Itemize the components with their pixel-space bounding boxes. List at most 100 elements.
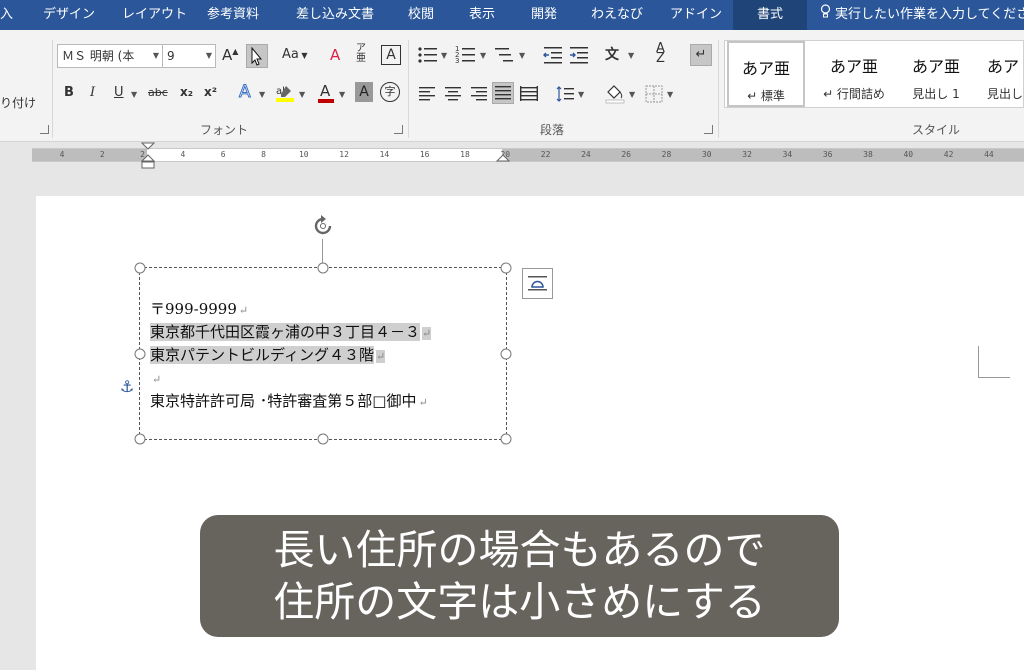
tab-review[interactable]: 校閲: [408, 0, 434, 30]
style-heading-1[interactable]: あア亜 見出し 1: [897, 41, 975, 107]
superscript-button[interactable]: x²: [204, 85, 217, 99]
grow-font-icon[interactable]: A▲: [222, 46, 238, 64]
chevron-down-icon[interactable]: ▼: [629, 90, 635, 99]
chevron-down-icon: ▼: [152, 51, 159, 60]
address-line-1-text: 東京都千代田区霞ヶ浦の中３丁目４－３: [150, 323, 421, 341]
chevron-down-icon[interactable]: ▼: [667, 90, 673, 99]
right-indent-marker-icon[interactable]: [496, 154, 510, 164]
change-case-button[interactable]: Aa ▼: [282, 47, 308, 62]
chevron-down-icon[interactable]: ▼: [519, 51, 525, 60]
resize-handle-top[interactable]: [317, 262, 329, 274]
clipboard-launcher-icon[interactable]: [40, 125, 49, 134]
address-textbox[interactable]: 〒999-9999 ↵ 東京都千代田区霞ヶ浦の中３丁目４－３ ↵ 東京パテントビルデ…: [134, 262, 512, 445]
decrease-indent-icon[interactable]: [542, 44, 564, 66]
distributed-icon[interactable]: [519, 84, 539, 104]
enclose-characters-icon[interactable]: 字: [380, 82, 400, 102]
font-size-box[interactable]: 9 ▼: [162, 44, 216, 68]
tab-insert[interactable]: 入: [0, 0, 13, 30]
paragraph-launcher-icon[interactable]: [704, 125, 713, 134]
svg-text:A: A: [320, 82, 331, 100]
font-color-icon[interactable]: A: [316, 82, 336, 104]
align-right-icon[interactable]: [469, 84, 489, 104]
chevron-down-icon[interactable]: ▼: [259, 90, 265, 99]
text-effects-icon[interactable]: A: [239, 82, 252, 103]
character-border-icon[interactable]: A: [381, 45, 401, 65]
tell-me-box[interactable]: 実行したい作業を入力してください: [820, 0, 1024, 30]
tab-references[interactable]: 参考資料: [207, 0, 259, 30]
tab-format[interactable]: 書式: [733, 0, 807, 30]
show-marks-icon[interactable]: ↵: [690, 44, 712, 66]
highlight-icon[interactable]: ab: [274, 82, 296, 104]
ruler-tick-label: 24: [581, 150, 591, 159]
align-left-icon[interactable]: [417, 84, 437, 104]
underline-button[interactable]: U: [114, 85, 124, 100]
text-direction-icon[interactable]: 文: [605, 44, 627, 66]
bullets-icon[interactable]: [417, 44, 439, 66]
phonetic-guide-icon[interactable]: ア亜: [356, 44, 366, 64]
tab-developer[interactable]: 開発: [531, 0, 557, 30]
indent-marker-icon[interactable]: [141, 142, 155, 170]
character-shading-icon[interactable]: A: [355, 82, 373, 102]
resize-handle-top-right[interactable]: [500, 262, 512, 274]
resize-handle-left[interactable]: [134, 348, 146, 359]
font-name-value: ＭＳ 明朝 (本: [62, 49, 135, 63]
chevron-down-icon[interactable]: ▼: [299, 90, 305, 99]
numbering-icon[interactable]: 123: [455, 44, 477, 66]
caption-line-2: 住所の文字は小さめにする: [273, 578, 766, 626]
tab-layout[interactable]: レイアウト: [122, 0, 187, 30]
shading-icon[interactable]: [604, 82, 626, 104]
chevron-down-icon[interactable]: ▼: [339, 90, 345, 99]
style-normal[interactable]: あア亜 ↵ 標準: [727, 41, 805, 107]
bold-button[interactable]: B: [64, 85, 74, 100]
sort-icon[interactable]: AZ: [656, 42, 665, 65]
postal-code-text: 〒999-9999: [150, 300, 237, 318]
align-center-icon[interactable]: [443, 84, 463, 104]
font-name-box[interactable]: ＭＳ 明朝 (本 ▼: [57, 44, 163, 68]
ruler-tick-label: 38: [863, 150, 873, 159]
style-no-spacing[interactable]: あア亜 ↵ 行間詰め: [815, 41, 893, 107]
tab-waenavi[interactable]: わえなび: [591, 0, 643, 30]
font-launcher-icon[interactable]: [394, 125, 403, 134]
caption-overlay: 長い住所の場合もあるので 住所の文字は小さめにする: [200, 515, 839, 637]
justify-icon[interactable]: [492, 82, 514, 104]
textbox-line-recipient[interactable]: 東京特許許可局 ･特許審査第５部□御中 ↵: [150, 391, 428, 413]
resize-handle-bottom-left[interactable]: [134, 433, 146, 445]
ruler-tick-label: 40: [903, 150, 914, 159]
style-sample: あア亜: [911, 57, 960, 76]
chevron-down-icon[interactable]: ▼: [441, 51, 447, 60]
shrink-font-icon[interactable]: [246, 44, 268, 68]
strikethrough-button[interactable]: abc: [148, 86, 168, 99]
layout-options-button[interactable]: [522, 268, 553, 299]
textbox-line-postal[interactable]: 〒999-9999 ↵: [150, 299, 248, 321]
chevron-down-icon[interactable]: ▼: [131, 90, 137, 99]
resize-handle-bottom-right[interactable]: [500, 433, 512, 445]
style-heading-2[interactable]: あア 見出し: [977, 41, 1023, 107]
textbox-line-address1[interactable]: 東京都千代田区霞ヶ浦の中３丁目４－３ ↵: [150, 322, 432, 344]
tab-view[interactable]: 表示: [469, 0, 495, 30]
anchor-icon[interactable]: ⚓: [120, 377, 134, 396]
chevron-down-icon[interactable]: ▼: [480, 51, 486, 60]
italic-button[interactable]: I: [90, 85, 95, 100]
paragraph-mark-icon: ↵: [422, 327, 432, 340]
borders-icon[interactable]: [644, 84, 664, 104]
resize-handle-bottom[interactable]: [317, 433, 329, 445]
rotate-handle-icon[interactable]: [310, 213, 336, 239]
tab-addins[interactable]: アドイン: [670, 0, 722, 30]
subscript-button[interactable]: x₂: [180, 85, 193, 99]
resize-handle-right[interactable]: [500, 348, 512, 359]
horizontal-ruler[interactable]: 4 2 2 4 6 8 10 12 14 16 18 20 22 24 26 28 30 32 34 36 38 40 42…: [32, 148, 1024, 162]
textbox-line-address2[interactable]: 東京パテントビルディング４３階 ↵: [150, 345, 386, 367]
chevron-down-icon[interactable]: ▼: [628, 51, 634, 60]
textbox-line-empty[interactable]: ↵: [150, 368, 161, 390]
chevron-down-icon[interactable]: ▼: [578, 90, 584, 99]
ruler-tick-label: 34: [782, 150, 793, 159]
resize-handle-top-left[interactable]: [134, 262, 146, 274]
paste-button-label[interactable]: り付け: [0, 94, 36, 111]
multilevel-list-icon[interactable]: [494, 44, 516, 66]
increase-indent-icon[interactable]: [568, 44, 590, 66]
line-spacing-icon[interactable]: [556, 84, 576, 104]
tab-design[interactable]: デザイン: [43, 0, 95, 30]
tab-mailings[interactable]: 差し込み文書: [296, 0, 374, 30]
clear-formatting-icon[interactable]: A: [330, 46, 340, 64]
ruler-tick-label: 4: [180, 150, 186, 159]
